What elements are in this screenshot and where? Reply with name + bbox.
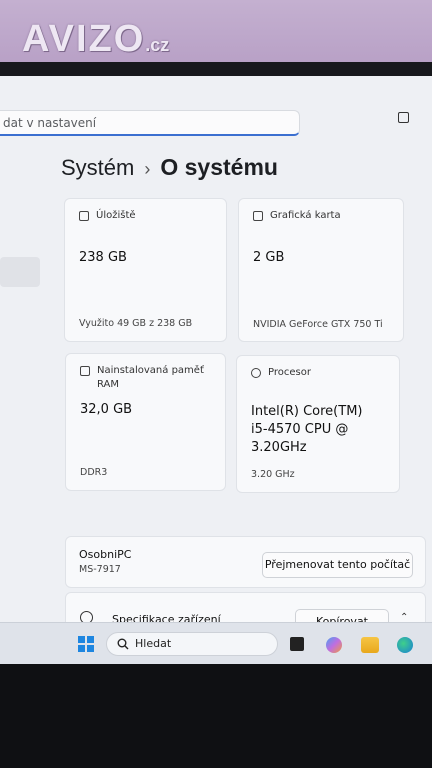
monitor-lower-bezel <box>0 664 432 768</box>
graphics-card[interactable]: Grafická karta 2 GB NVIDIA GeForce GTX 7… <box>238 198 404 342</box>
chevron-right-icon: › <box>144 159 151 179</box>
cpu-value-line1: Intel(R) Core(TM) <box>251 404 363 419</box>
graphics-title: Grafická karta <box>270 210 341 221</box>
settings-search-input[interactable]: dat v nastavení <box>0 110 300 136</box>
search-icon <box>117 638 129 650</box>
breadcrumb: Systém › O systému <box>61 154 278 181</box>
device-name: OsobniPC <box>79 548 132 561</box>
breadcrumb-parent[interactable]: Systém <box>61 155 134 180</box>
storage-title: Úložiště <box>96 210 136 221</box>
watermark-brand: AVIZO <box>22 18 146 60</box>
search-placeholder: dat v nastavení <box>3 116 97 130</box>
file-explorer-icon[interactable] <box>361 637 379 653</box>
monitor-bezel <box>0 62 432 76</box>
graphics-card-icon <box>253 211 263 221</box>
copilot-icon[interactable] <box>326 637 342 653</box>
cpu-card[interactable]: Procesor Intel(R) Core(TM) i5-4570 CPU @… <box>236 355 400 493</box>
storage-icon <box>79 211 89 221</box>
storage-detail: Využito 49 GB z 238 GB <box>79 318 193 329</box>
ram-title-line2: RAM <box>97 379 120 390</box>
graphics-detail: NVIDIA GeForce GTX 750 Ti <box>253 319 383 330</box>
taskbar-search[interactable]: Hledat <box>106 632 278 656</box>
page-title: O systému <box>160 154 278 180</box>
storage-card[interactable]: Úložiště 238 GB Využito 49 GB z 238 GB <box>64 198 227 342</box>
watermark-logo: AVIZO.cz <box>22 18 169 61</box>
device-model: MS-7917 <box>79 564 121 575</box>
rename-pc-button[interactable]: Přejmenovat tento počítač <box>262 552 413 578</box>
cpu-title: Procesor <box>268 367 311 378</box>
windows-start-icon[interactable] <box>78 636 94 652</box>
ram-card[interactable]: Nainstalovaná paměť RAM 32,0 GB DDR3 <box>65 353 226 491</box>
watermark-banner: AVIZO.cz <box>0 0 432 70</box>
ram-value: 32,0 GB <box>80 402 133 417</box>
cpu-value-line2: i5-4570 CPU @ <box>251 422 349 437</box>
sidebar-item-selected[interactable] <box>0 257 40 287</box>
graphics-value: 2 GB <box>253 250 285 265</box>
edge-icon[interactable] <box>397 637 413 653</box>
cpu-value-line3: 3.20GHz <box>251 440 307 455</box>
watermark-tld: .cz <box>145 35 170 55</box>
device-name-row: OsobniPC MS-7917 Přejmenovat tento počít… <box>65 536 426 588</box>
task-view-icon[interactable] <box>290 637 304 651</box>
cpu-detail: 3.20 GHz <box>251 469 295 480</box>
maximize-icon[interactable] <box>398 112 409 123</box>
ram-title-line1: Nainstalovaná paměť <box>97 365 204 376</box>
ram-detail: DDR3 <box>80 467 108 478</box>
storage-value: 238 GB <box>79 250 127 265</box>
memory-icon <box>80 366 90 376</box>
taskbar-search-label: Hledat <box>135 637 172 650</box>
processor-icon <box>251 368 261 378</box>
